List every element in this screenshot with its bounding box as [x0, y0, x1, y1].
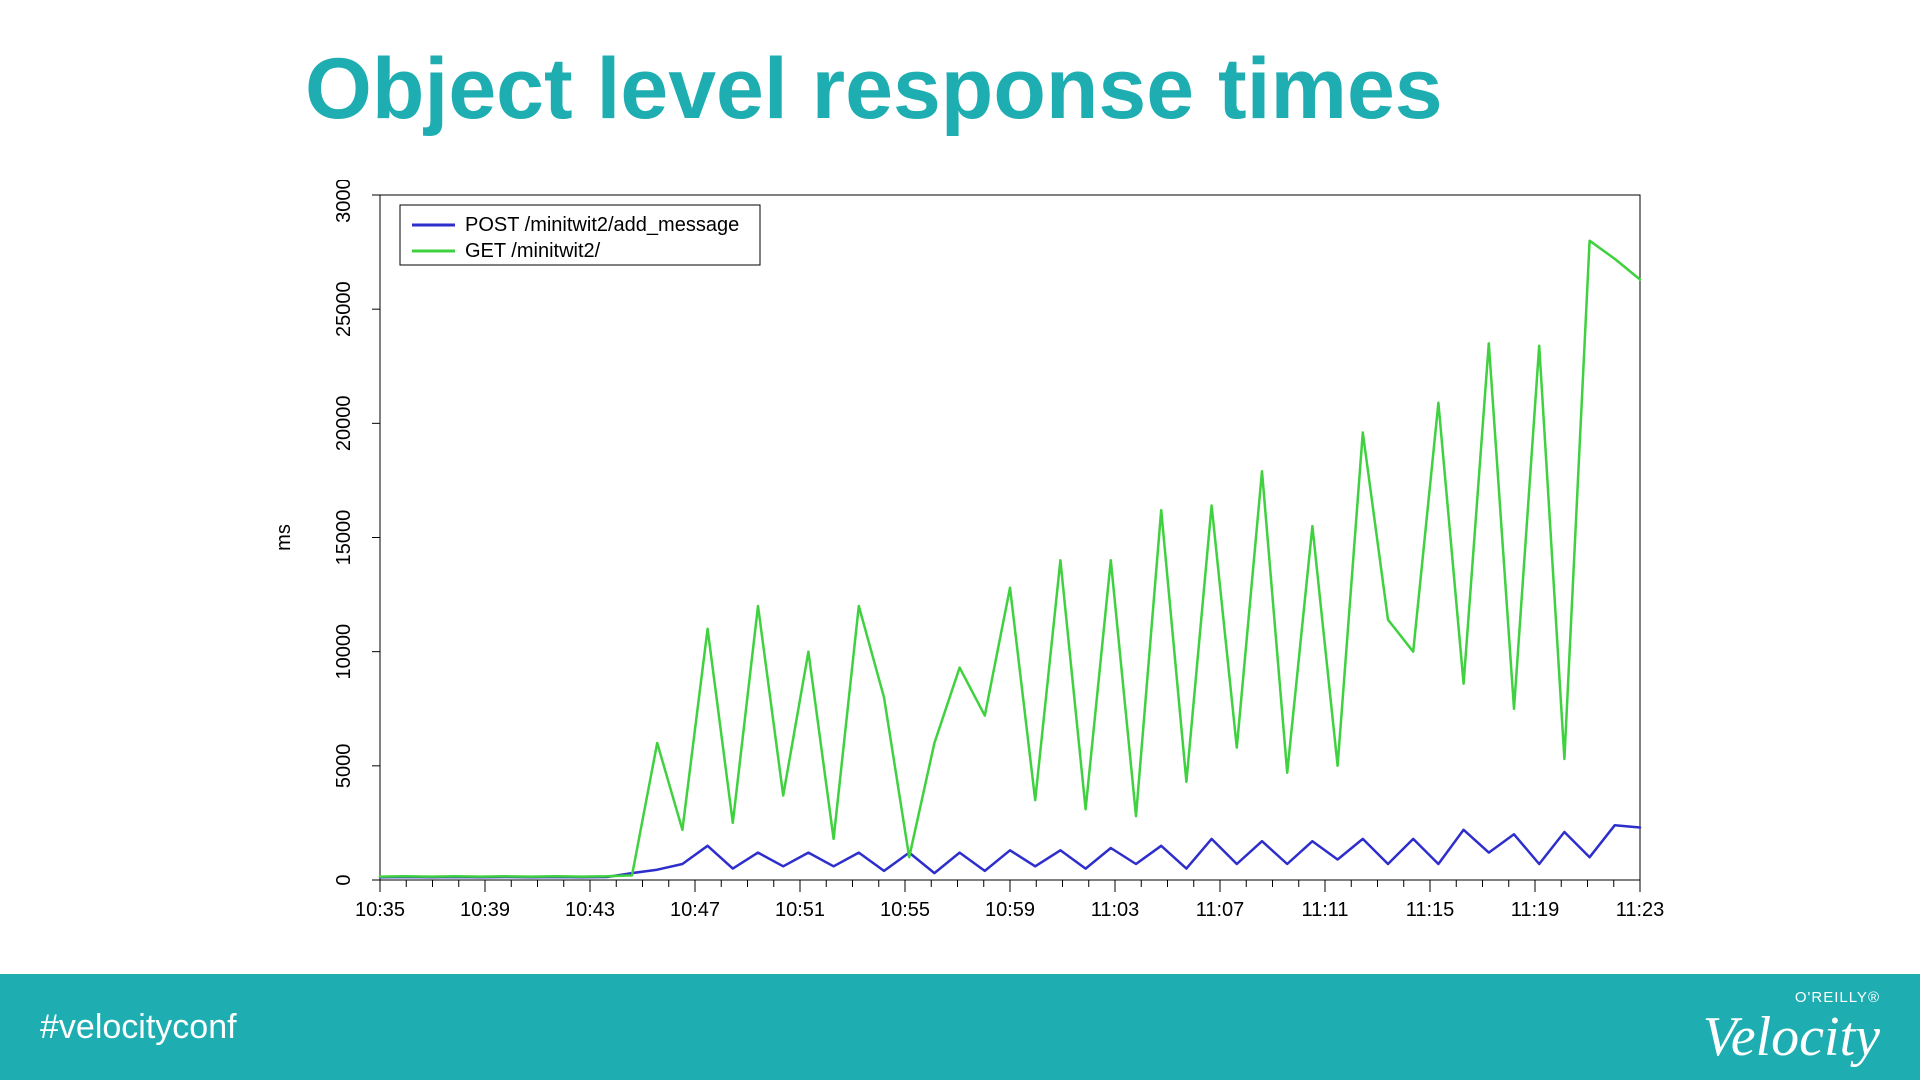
- y-axis-label: ms: [273, 524, 295, 551]
- brand-oreilly: O'REILLY®: [1703, 990, 1880, 1005]
- slide-title: Object level response times: [305, 40, 1443, 139]
- x-tick-label: 11:03: [1091, 899, 1140, 921]
- footer-brand: O'REILLY® Velocity: [1703, 990, 1880, 1065]
- y-tick-label: 30000: [333, 180, 355, 223]
- y-tick-label: 25000: [333, 281, 355, 337]
- slide: Object level response times 0 5000 10000 15…: [0, 0, 1920, 1080]
- x-tick-label: 11:23: [1616, 899, 1665, 921]
- x-tick-label: 10:51: [775, 899, 825, 921]
- legend-label: GET /minitwit2/: [465, 240, 601, 262]
- x-tick-label: 10:47: [670, 899, 720, 921]
- y-tick-label: 15000: [333, 510, 355, 566]
- x-tick-label: 11:15: [1406, 899, 1455, 921]
- x-tick-label: 11:19: [1511, 899, 1560, 921]
- chart-svg: 0 5000 10000 15000 20000 25000 30000 ms 10:35 10:…: [270, 180, 1670, 960]
- y-tick-label: 5000: [333, 744, 355, 789]
- legend-label: POST /minitwit2/add_message: [465, 214, 739, 236]
- x-tick-label: 10:55: [880, 899, 930, 921]
- footer-hashtag: #velocityconf: [40, 1008, 237, 1047]
- series-post-line: [380, 825, 1640, 877]
- y-tick-label: 0: [333, 874, 355, 885]
- x-tick-label: 10:43: [565, 899, 615, 921]
- x-tick-label: 11:11: [1301, 899, 1348, 921]
- x-tick-label: 10:59: [985, 899, 1035, 921]
- chart: 0 5000 10000 15000 20000 25000 30000 ms 10:35 10:…: [270, 180, 1670, 960]
- x-tick-label: 11:07: [1196, 899, 1245, 921]
- series-get-line: [380, 241, 1640, 877]
- footer-bar: #velocityconf O'REILLY® Velocity: [0, 974, 1920, 1080]
- y-tick-label: 10000: [333, 624, 355, 680]
- brand-velocity: Velocity: [1703, 1009, 1880, 1065]
- x-tick-label: 10:35: [355, 899, 405, 921]
- y-tick-label: 20000: [333, 396, 355, 452]
- x-tick-label: 10:39: [460, 899, 510, 921]
